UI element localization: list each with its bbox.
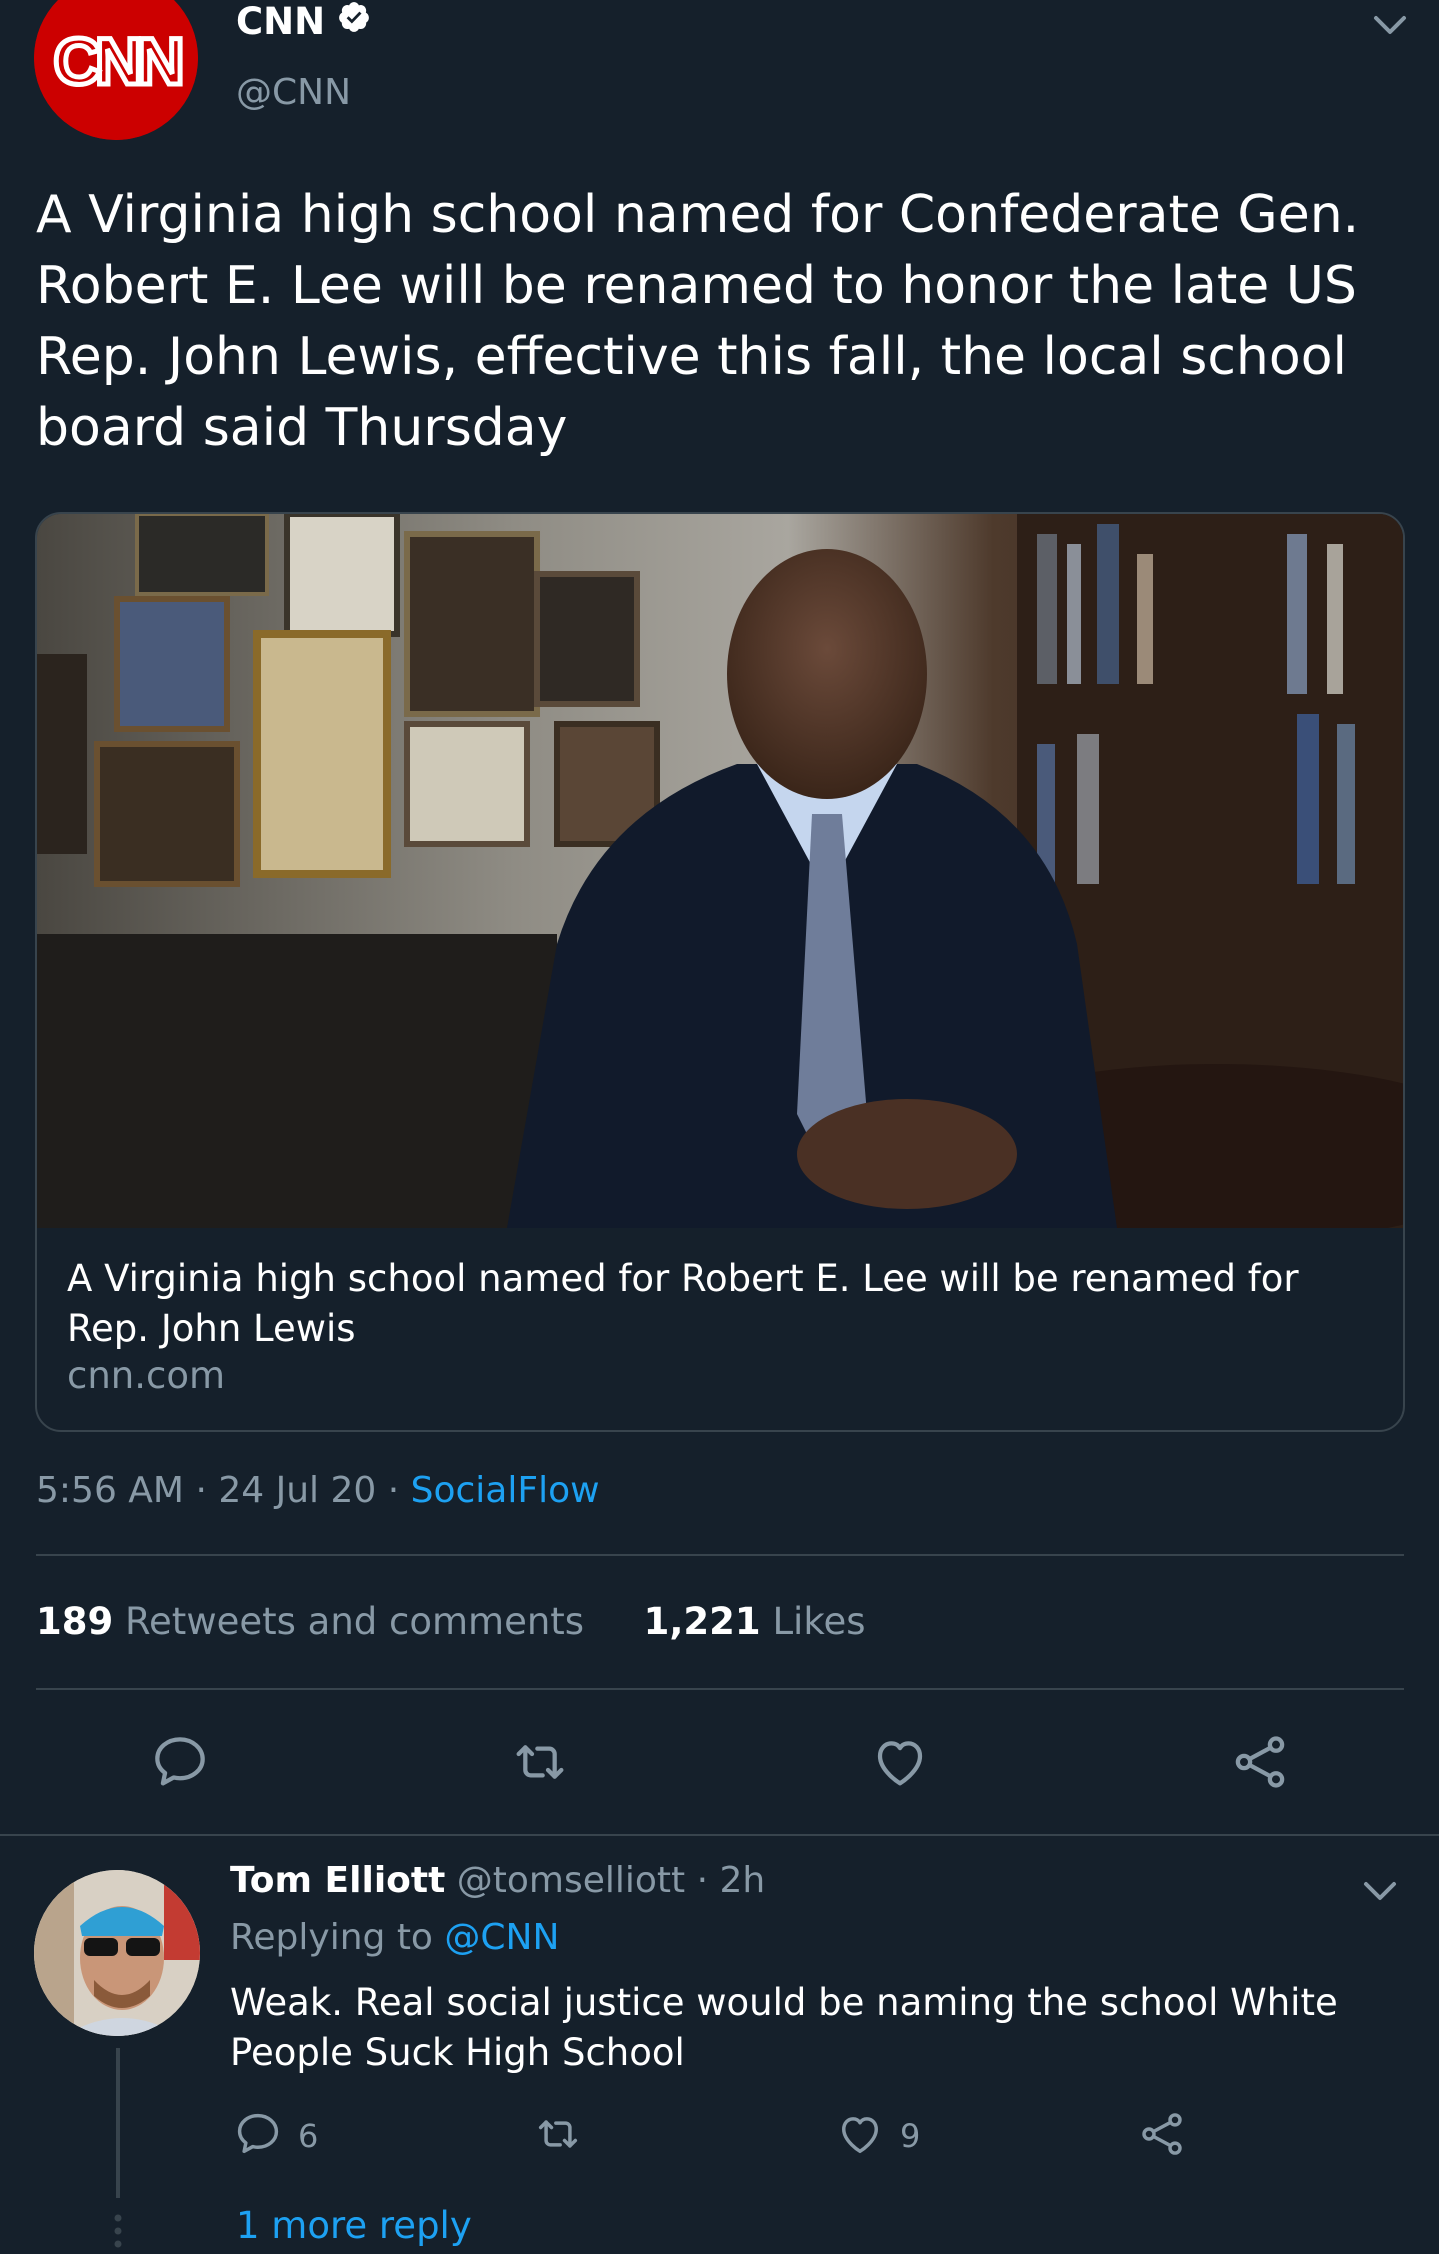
likes-stat[interactable]: 1,221 Likes: [644, 1600, 866, 1643]
replying-to: Replying to @CNN: [230, 1917, 559, 1958]
retweet-icon[interactable]: [532, 2108, 584, 2164]
reply-author-handle[interactable]: @tomselliott: [457, 1860, 685, 1901]
card-domain[interactable]: cnn.com: [67, 1354, 225, 1397]
share-icon[interactable]: [1136, 2108, 1188, 2164]
divider: [36, 1688, 1404, 1690]
chevron-down-icon[interactable]: [1360, 1872, 1400, 1912]
verified-badge-icon: [337, 0, 371, 43]
retweets-count: 189: [36, 1600, 114, 1643]
more-replies-link[interactable]: 1 more reply: [236, 2204, 472, 2247]
comment-icon[interactable]: [148, 1730, 212, 1794]
reply-like-count: 9: [900, 2117, 921, 2155]
tweet-date: 24 Jul 20: [218, 1470, 377, 1511]
divider: [0, 1834, 1439, 1836]
comment-icon[interactable]: [232, 2108, 284, 2164]
heart-icon[interactable]: [834, 2108, 886, 2164]
tweet-source-link[interactable]: SocialFlow: [411, 1470, 600, 1511]
tweet-time: 5:56 AM: [36, 1470, 184, 1511]
reply-text: Weak. Real social justice would be namin…: [230, 1981, 1338, 2074]
svg-text:CNN: CNN: [54, 24, 181, 98]
tweet-meta: 5:56 AM · 24 Jul 20 · SocialFlow: [36, 1470, 600, 1511]
cnn-avatar[interactable]: CNN: [34, 0, 198, 140]
meta-separator: ·: [387, 1470, 411, 1511]
likes-label: Likes: [772, 1600, 866, 1643]
retweet-icon[interactable]: [508, 1730, 572, 1794]
thread-line: [116, 2048, 120, 2198]
card-photo: [37, 514, 1403, 1228]
reply-author-name[interactable]: Tom Elliott: [230, 1860, 445, 1901]
reply-separator: ·: [696, 1860, 720, 1901]
meta-separator: ·: [195, 1470, 219, 1511]
retweets-stat[interactable]: 189 Retweets and comments: [36, 1600, 596, 1643]
author-name[interactable]: CNN: [236, 0, 325, 43]
chevron-down-icon[interactable]: [1370, 6, 1410, 46]
reply-like-action[interactable]: 9: [834, 2108, 920, 2164]
divider: [36, 1554, 1404, 1556]
thread-dots-icon: [112, 2214, 124, 2254]
tweet-text: A Virginia high school named for Confede…: [36, 185, 1360, 458]
tweet-stats: 189 Retweets and comments 1,221 Likes: [36, 1600, 865, 1643]
cnn-logo: CNN: [34, 0, 198, 140]
reply-avatar[interactable]: [34, 1870, 200, 2036]
retweets-label: Retweets and comments: [125, 1600, 585, 1643]
reply-header: Tom Elliott @tomselliott · 2h: [230, 1860, 765, 1901]
author-name-row[interactable]: CNN: [236, 0, 371, 43]
reply-comment-count: 6: [298, 2117, 319, 2155]
card-image[interactable]: [37, 514, 1403, 1228]
reply-age: 2h: [719, 1860, 766, 1901]
author-handle[interactable]: @CNN: [236, 72, 351, 113]
replying-to-link[interactable]: @CNN: [444, 1917, 559, 1958]
card-title[interactable]: A Virginia high school named for Robert …: [67, 1254, 1367, 1354]
link-card[interactable]: A Virginia high school named for Robert …: [35, 512, 1405, 1432]
reply-comment-action[interactable]: 6: [232, 2108, 318, 2164]
heart-icon[interactable]: [868, 1730, 932, 1794]
likes-count: 1,221: [643, 1600, 761, 1643]
share-icon[interactable]: [1228, 1730, 1292, 1794]
replying-label: Replying to: [230, 1917, 433, 1958]
avatar-photo: [34, 1870, 200, 2036]
